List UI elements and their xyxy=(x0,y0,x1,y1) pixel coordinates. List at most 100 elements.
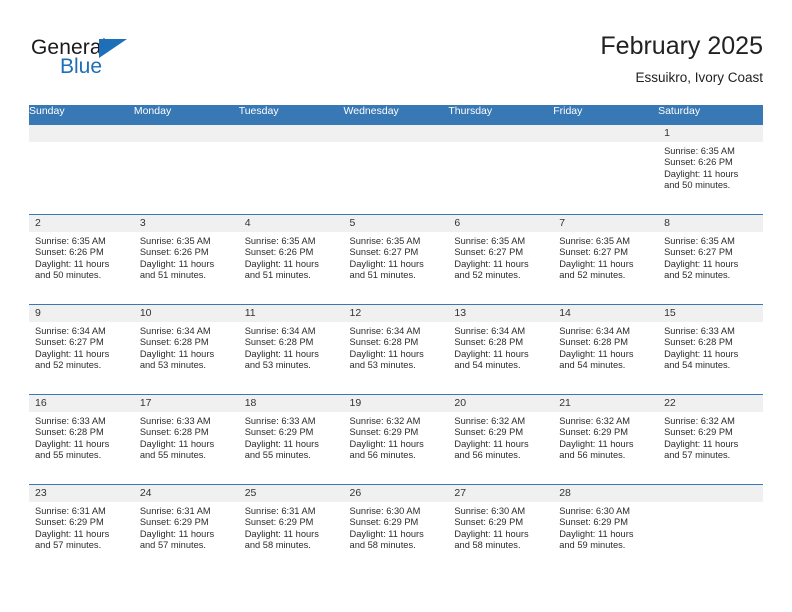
sunrise-text: Sunrise: 6:30 AM xyxy=(349,505,421,516)
day-cell-inner: 18 Sunrise: 6:33 AM Sunset: 6:29 PM Dayligh… xyxy=(238,394,344,484)
day-cell-inner xyxy=(133,124,239,214)
calendar-week-row: 23 Sunrise: 6:31 AM Sunset: 6:29 PM Dayligh… xyxy=(29,483,763,575)
day-number: 16 xyxy=(29,394,134,412)
sunrise-text: Sunrise: 6:35 AM xyxy=(454,235,526,246)
page-subtitle: Essuikro, Ivory Coast xyxy=(635,70,763,85)
calendar-day-cell[interactable]: 27 Sunrise: 6:30 AM Sunset: 6:29 PM Dayligh… xyxy=(448,483,554,575)
calendar-day-cell[interactable]: 24 Sunrise: 6:31 AM Sunset: 6:29 PM Dayligh… xyxy=(133,483,239,574)
calendar-day-cell[interactable]: 13 Sunrise: 6:34 AM Sunset: 6:28 PM Dayligh… xyxy=(448,303,554,394)
calendar-day-cell[interactable]: 16 Sunrise: 6:33 AM Sunset: 6:28 PM Dayligh… xyxy=(29,393,134,484)
sunset-text: Sunset: 6:29 PM xyxy=(349,427,419,438)
daylight-text: Daylight: 11 hours and 59 minutes. xyxy=(559,528,634,551)
calendar-cell-empty xyxy=(343,123,449,214)
sunrise-text: Sunrise: 6:31 AM xyxy=(244,505,316,516)
calendar-day-cell[interactable]: 9 Sunrise: 6:34 AM Sunset: 6:27 PM Daylight… xyxy=(29,303,134,394)
calendar-day-cell[interactable]: 22 Sunrise: 6:32 AM Sunset: 6:29 PM Dayligh… xyxy=(658,393,763,484)
day-details: Sunrise: 6:34 AM Sunset: 6:28 PM Daylight:… xyxy=(553,322,658,372)
calendar-cell-empty xyxy=(29,123,134,214)
day-number xyxy=(448,124,554,142)
daylight-text: Daylight: 11 hours and 55 minutes. xyxy=(244,438,319,461)
sunrise-text: Sunrise: 6:31 AM xyxy=(139,505,211,516)
calendar-day-cell[interactable]: 28 Sunrise: 6:30 AM Sunset: 6:29 PM Dayligh… xyxy=(553,483,659,575)
sunset-text: Sunset: 6:28 PM xyxy=(349,337,419,348)
day-number: 28 xyxy=(553,484,659,502)
calendar-day-cell[interactable]: 8 Sunrise: 6:35 AM Sunset: 6:27 PM Daylight… xyxy=(658,213,763,304)
sunset-text: Sunset: 6:26 PM xyxy=(139,247,209,258)
day-number: 11 xyxy=(238,304,344,322)
daylight-text: Daylight: 11 hours and 57 minutes. xyxy=(139,528,215,551)
sunrise-text: Sunrise: 6:35 AM xyxy=(664,235,735,246)
day-number: 6 xyxy=(448,214,554,232)
sunset-text: Sunset: 6:27 PM xyxy=(559,247,628,258)
calendar-header-row: Sunday Monday Tuesday Wednesday Thursday Frid… xyxy=(29,105,763,124)
sunset-text: Sunset: 6:28 PM xyxy=(664,337,733,348)
day-details: Sunrise: 6:31 AM Sunset: 6:29 PM Daylight:… xyxy=(134,502,239,552)
sunset-text: Sunset: 6:28 PM xyxy=(454,337,524,348)
day-details: Sunrise: 6:32 AM Sunset: 6:29 PM Daylight:… xyxy=(658,412,763,462)
sunrise-text: Sunrise: 6:35 AM xyxy=(349,235,421,246)
logo-text-blue: Blue xyxy=(60,55,103,78)
day-cell-inner: 14 Sunrise: 6:34 AM Sunset: 6:28 PM Dayligh… xyxy=(553,304,659,394)
weekday-header-saturday: Saturday xyxy=(658,105,763,124)
calendar-day-cell[interactable]: 25 Sunrise: 6:31 AM Sunset: 6:29 PM Dayligh… xyxy=(238,483,344,574)
sunrise-text: Sunrise: 6:34 AM xyxy=(139,325,211,336)
daylight-text: Daylight: 11 hours and 51 minutes. xyxy=(244,258,319,281)
day-number: 24 xyxy=(133,484,239,502)
calendar-cell-empty xyxy=(553,123,659,214)
day-cell-inner: 23 Sunrise: 6:31 AM Sunset: 6:29 PM Dayligh… xyxy=(29,484,134,575)
day-cell-inner: 2 Sunrise: 6:35 AM Sunset: 6:26 PM Daylight… xyxy=(29,214,134,304)
calendar-day-cell[interactable]: 6 Sunrise: 6:35 AM Sunset: 6:27 PM Daylight… xyxy=(448,213,554,304)
sunrise-text: Sunrise: 6:34 AM xyxy=(349,325,421,336)
daylight-text: Daylight: 11 hours and 50 minutes. xyxy=(664,168,739,191)
day-details: Sunrise: 6:35 AM Sunset: 6:26 PM Daylight:… xyxy=(239,232,344,282)
daylight-text: Daylight: 11 hours and 56 minutes. xyxy=(559,438,634,461)
day-details: Sunrise: 6:34 AM Sunset: 6:28 PM Daylight:… xyxy=(448,322,553,372)
calendar-day-cell[interactable]: 3 Sunrise: 6:35 AM Sunset: 6:26 PM Daylight… xyxy=(133,213,239,304)
calendar-day-cell[interactable]: 15 Sunrise: 6:33 AM Sunset: 6:28 PM Dayligh… xyxy=(658,303,763,394)
day-number xyxy=(133,124,239,142)
day-cell-inner: 6 Sunrise: 6:35 AM Sunset: 6:27 PM Daylight… xyxy=(448,214,554,304)
sunrise-text: Sunrise: 6:30 AM xyxy=(454,505,526,516)
calendar-day-cell[interactable]: 26 Sunrise: 6:30 AM Sunset: 6:29 PM Dayligh… xyxy=(343,483,449,574)
calendar-day-cell[interactable]: 17 Sunrise: 6:33 AM Sunset: 6:28 PM Dayligh… xyxy=(133,393,239,484)
daylight-text: Daylight: 11 hours and 51 minutes. xyxy=(349,258,424,281)
calendar-day-cell[interactable]: 4 Sunrise: 6:35 AM Sunset: 6:26 PM Daylight… xyxy=(238,213,344,304)
day-details: Sunrise: 6:32 AM Sunset: 6:29 PM Daylight:… xyxy=(553,412,658,462)
calendar-day-cell[interactable]: 7 Sunrise: 6:35 AM Sunset: 6:27 PM Daylight… xyxy=(553,213,659,304)
daylight-text: Daylight: 11 hours and 56 minutes. xyxy=(454,438,529,461)
calendar-day-cell[interactable]: 10 Sunrise: 6:34 AM Sunset: 6:28 PM Dayligh… xyxy=(133,303,239,394)
sunset-text: Sunset: 6:27 PM xyxy=(454,247,524,258)
day-cell-inner: 12 Sunrise: 6:34 AM Sunset: 6:28 PM Dayligh… xyxy=(343,304,449,394)
day-number: 10 xyxy=(133,304,239,322)
sunrise-text: Sunrise: 6:34 AM xyxy=(244,325,316,336)
weekday-header-friday: Friday xyxy=(553,105,659,124)
calendar-day-cell[interactable]: 14 Sunrise: 6:34 AM Sunset: 6:28 PM Dayligh… xyxy=(553,303,659,394)
weekday-header-wednesday: Wednesday xyxy=(343,105,449,124)
calendar-day-cell[interactable]: 5 Sunrise: 6:35 AM Sunset: 6:27 PM Daylight… xyxy=(343,213,449,304)
daylight-text: Daylight: 11 hours and 57 minutes. xyxy=(35,528,110,551)
day-cell-inner: 20 Sunrise: 6:32 AM Sunset: 6:29 PM Dayligh… xyxy=(448,394,554,484)
day-cell-inner: 28 Sunrise: 6:30 AM Sunset: 6:29 PM Dayligh… xyxy=(553,484,659,575)
calendar-day-cell[interactable]: 2 Sunrise: 6:35 AM Sunset: 6:26 PM Daylight… xyxy=(29,213,134,304)
calendar-day-cell[interactable]: 21 Sunrise: 6:32 AM Sunset: 6:29 PM Dayligh… xyxy=(553,393,659,484)
day-cell-inner: 27 Sunrise: 6:30 AM Sunset: 6:29 PM Dayligh… xyxy=(448,484,554,575)
calendar-day-cell[interactable]: 1 Sunrise: 6:35 AM Sunset: 6:26 PM Daylight… xyxy=(658,123,763,214)
sunset-text: Sunset: 6:29 PM xyxy=(559,517,628,528)
day-cell-inner: 7 Sunrise: 6:35 AM Sunset: 6:27 PM Daylight… xyxy=(553,214,659,304)
day-details: Sunrise: 6:33 AM Sunset: 6:28 PM Daylight:… xyxy=(658,322,763,372)
day-cell-inner: 1 Sunrise: 6:35 AM Sunset: 6:26 PM Daylight… xyxy=(658,124,763,214)
day-number: 25 xyxy=(238,484,344,502)
general-blue-logo[interactable]: General Blue xyxy=(31,36,211,84)
calendar-day-cell[interactable]: 20 Sunrise: 6:32 AM Sunset: 6:29 PM Dayligh… xyxy=(448,393,554,484)
day-number: 18 xyxy=(238,394,344,412)
calendar-day-cell[interactable]: 11 Sunrise: 6:34 AM Sunset: 6:28 PM Dayligh… xyxy=(238,303,344,394)
day-number: 3 xyxy=(133,214,239,232)
calendar-day-cell[interactable]: 23 Sunrise: 6:31 AM Sunset: 6:29 PM Dayligh… xyxy=(29,483,134,575)
calendar-day-cell[interactable]: 12 Sunrise: 6:34 AM Sunset: 6:28 PM Dayligh… xyxy=(343,303,449,394)
calendar-day-cell[interactable]: 19 Sunrise: 6:32 AM Sunset: 6:29 PM Dayligh… xyxy=(343,393,449,484)
day-number: 12 xyxy=(343,304,449,322)
day-cell-inner xyxy=(448,124,554,214)
sunrise-text: Sunrise: 6:30 AM xyxy=(559,505,631,516)
sunrise-text: Sunrise: 6:33 AM xyxy=(664,325,735,336)
calendar-day-cell[interactable]: 18 Sunrise: 6:33 AM Sunset: 6:29 PM Dayligh… xyxy=(238,393,344,484)
